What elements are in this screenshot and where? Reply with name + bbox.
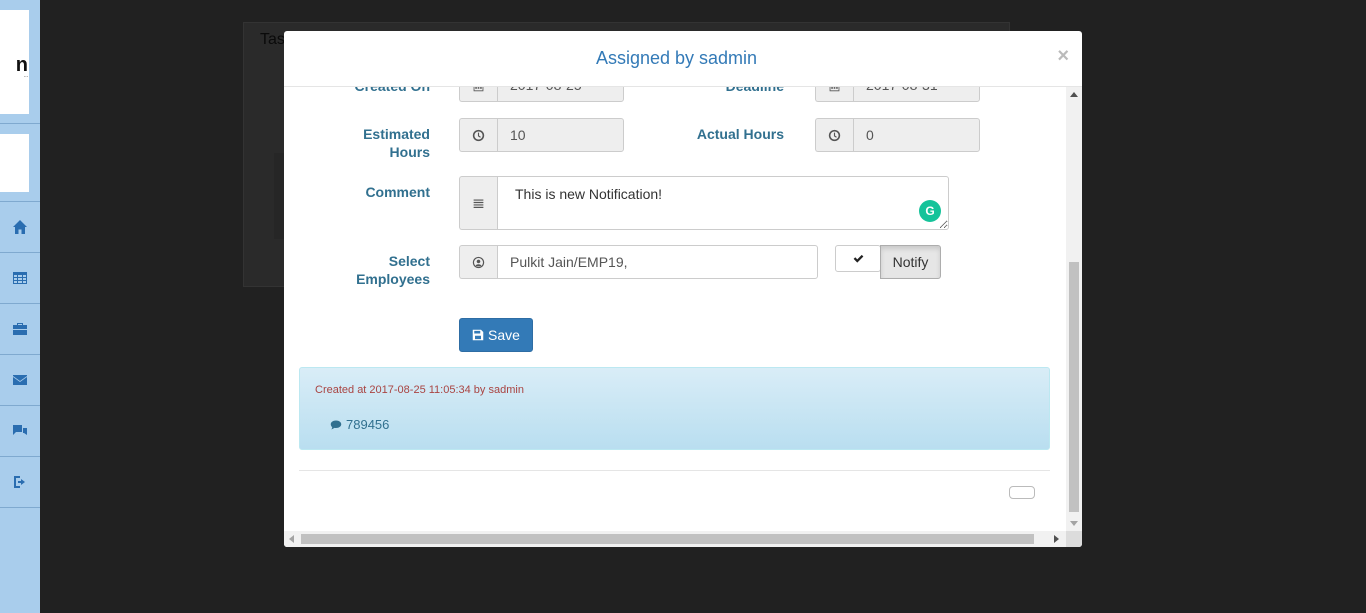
comments-icon bbox=[13, 425, 27, 435]
scrollbar-corner bbox=[1066, 531, 1082, 547]
select-employees-label-line2: Employees bbox=[356, 271, 430, 287]
calendar-icon bbox=[815, 87, 853, 102]
deadline-group bbox=[815, 87, 980, 102]
sidebar-item-home[interactable] bbox=[0, 201, 40, 252]
sidebar-item-logout[interactable] bbox=[0, 456, 40, 507]
scroll-right-icon[interactable] bbox=[1054, 535, 1059, 543]
sign-out-icon bbox=[14, 476, 25, 488]
grammarly-icon[interactable]: G bbox=[919, 200, 941, 222]
sidebar-divider bbox=[0, 123, 40, 124]
sidebar: n ... bbox=[0, 0, 40, 613]
logo-small-text: ... bbox=[23, 73, 28, 79]
actual-hours-label: Actual Hours bbox=[696, 126, 784, 142]
save-button-label: Save bbox=[488, 327, 520, 343]
comment-textarea[interactable]: This is new Notification! bbox=[497, 176, 949, 230]
background-title: Tas bbox=[260, 31, 285, 48]
save-button[interactable]: Save bbox=[459, 318, 533, 352]
created-on-label: Created On bbox=[324, 87, 430, 95]
estimated-hours-label: Estimated Hours bbox=[324, 125, 430, 161]
select-employees-label-line1: Select bbox=[388, 253, 430, 269]
calendar-icon bbox=[459, 87, 497, 102]
deadline-input[interactable] bbox=[853, 87, 980, 102]
history-message: 789456 bbox=[330, 417, 389, 432]
sidebar-item-briefcase[interactable] bbox=[0, 303, 40, 354]
select-employees-group bbox=[459, 245, 818, 279]
close-icon[interactable]: × bbox=[1057, 45, 1069, 68]
horizontal-scroll-thumb[interactable] bbox=[301, 534, 1034, 544]
background-block bbox=[274, 153, 284, 239]
clock-icon bbox=[459, 118, 497, 152]
notify-button[interactable]: Notify bbox=[880, 245, 941, 279]
sidebar-item-mail[interactable] bbox=[0, 354, 40, 405]
created-on-input[interactable] bbox=[497, 87, 624, 102]
scroll-up-icon[interactable] bbox=[1070, 92, 1078, 97]
estimated-hours-label-line2: Hours bbox=[389, 144, 430, 160]
scroll-down-icon[interactable] bbox=[1070, 521, 1078, 526]
actual-hours-input[interactable] bbox=[853, 118, 980, 152]
task-modal: Assigned by sadmin × Created On Deadline… bbox=[284, 31, 1082, 547]
deadline-label: Deadline bbox=[684, 87, 784, 95]
modal-header: Assigned by sadmin × bbox=[284, 31, 1082, 87]
history-message-text: 789456 bbox=[346, 417, 390, 432]
estimated-hours-input[interactable] bbox=[497, 118, 624, 152]
scroll-left-icon[interactable] bbox=[289, 535, 294, 543]
floppy-icon bbox=[472, 329, 484, 341]
history-entry: Created at 2017-08-25 11:05:34 by sadmin… bbox=[299, 367, 1050, 450]
horizontal-scrollbar[interactable] bbox=[284, 531, 1066, 547]
comment-group: This is new Notification! G bbox=[459, 176, 949, 230]
sidebar-item-table[interactable] bbox=[0, 252, 40, 303]
user-circle-icon bbox=[459, 245, 497, 279]
notify-checkbox[interactable] bbox=[835, 245, 881, 272]
history-meta: Created at 2017-08-25 11:05:34 by sadmin bbox=[315, 384, 524, 396]
check-icon bbox=[853, 254, 863, 263]
home-icon bbox=[13, 220, 27, 234]
footer-divider bbox=[299, 470, 1050, 471]
envelope-icon bbox=[13, 375, 27, 385]
modal-title: Assigned by sadmin bbox=[595, 48, 758, 68]
table-icon bbox=[13, 272, 27, 284]
select-employees-input[interactable] bbox=[497, 245, 818, 279]
estimated-hours-label-line1: Estimated bbox=[363, 126, 430, 142]
created-on-group bbox=[459, 87, 624, 102]
sidebar-profile-box bbox=[0, 134, 29, 192]
footer-button[interactable] bbox=[1009, 486, 1035, 499]
estimated-hours-group bbox=[459, 118, 624, 152]
vertical-scroll-thumb[interactable] bbox=[1069, 262, 1079, 512]
comment-label: Comment bbox=[365, 184, 430, 200]
sidebar-logo[interactable]: n ... bbox=[0, 10, 29, 114]
sidebar-item-chat[interactable] bbox=[0, 405, 40, 456]
comment-icon bbox=[330, 420, 342, 429]
modal-body[interactable]: Created On Deadline Estimated Hours bbox=[284, 87, 1066, 547]
actual-hours-group bbox=[815, 118, 980, 152]
select-employees-label: Select Employees bbox=[324, 252, 430, 288]
briefcase-icon bbox=[13, 323, 27, 335]
align-justify-icon bbox=[459, 176, 497, 230]
clock-icon bbox=[815, 118, 853, 152]
sidebar-divider bbox=[0, 507, 40, 508]
vertical-scrollbar[interactable] bbox=[1066, 87, 1082, 531]
